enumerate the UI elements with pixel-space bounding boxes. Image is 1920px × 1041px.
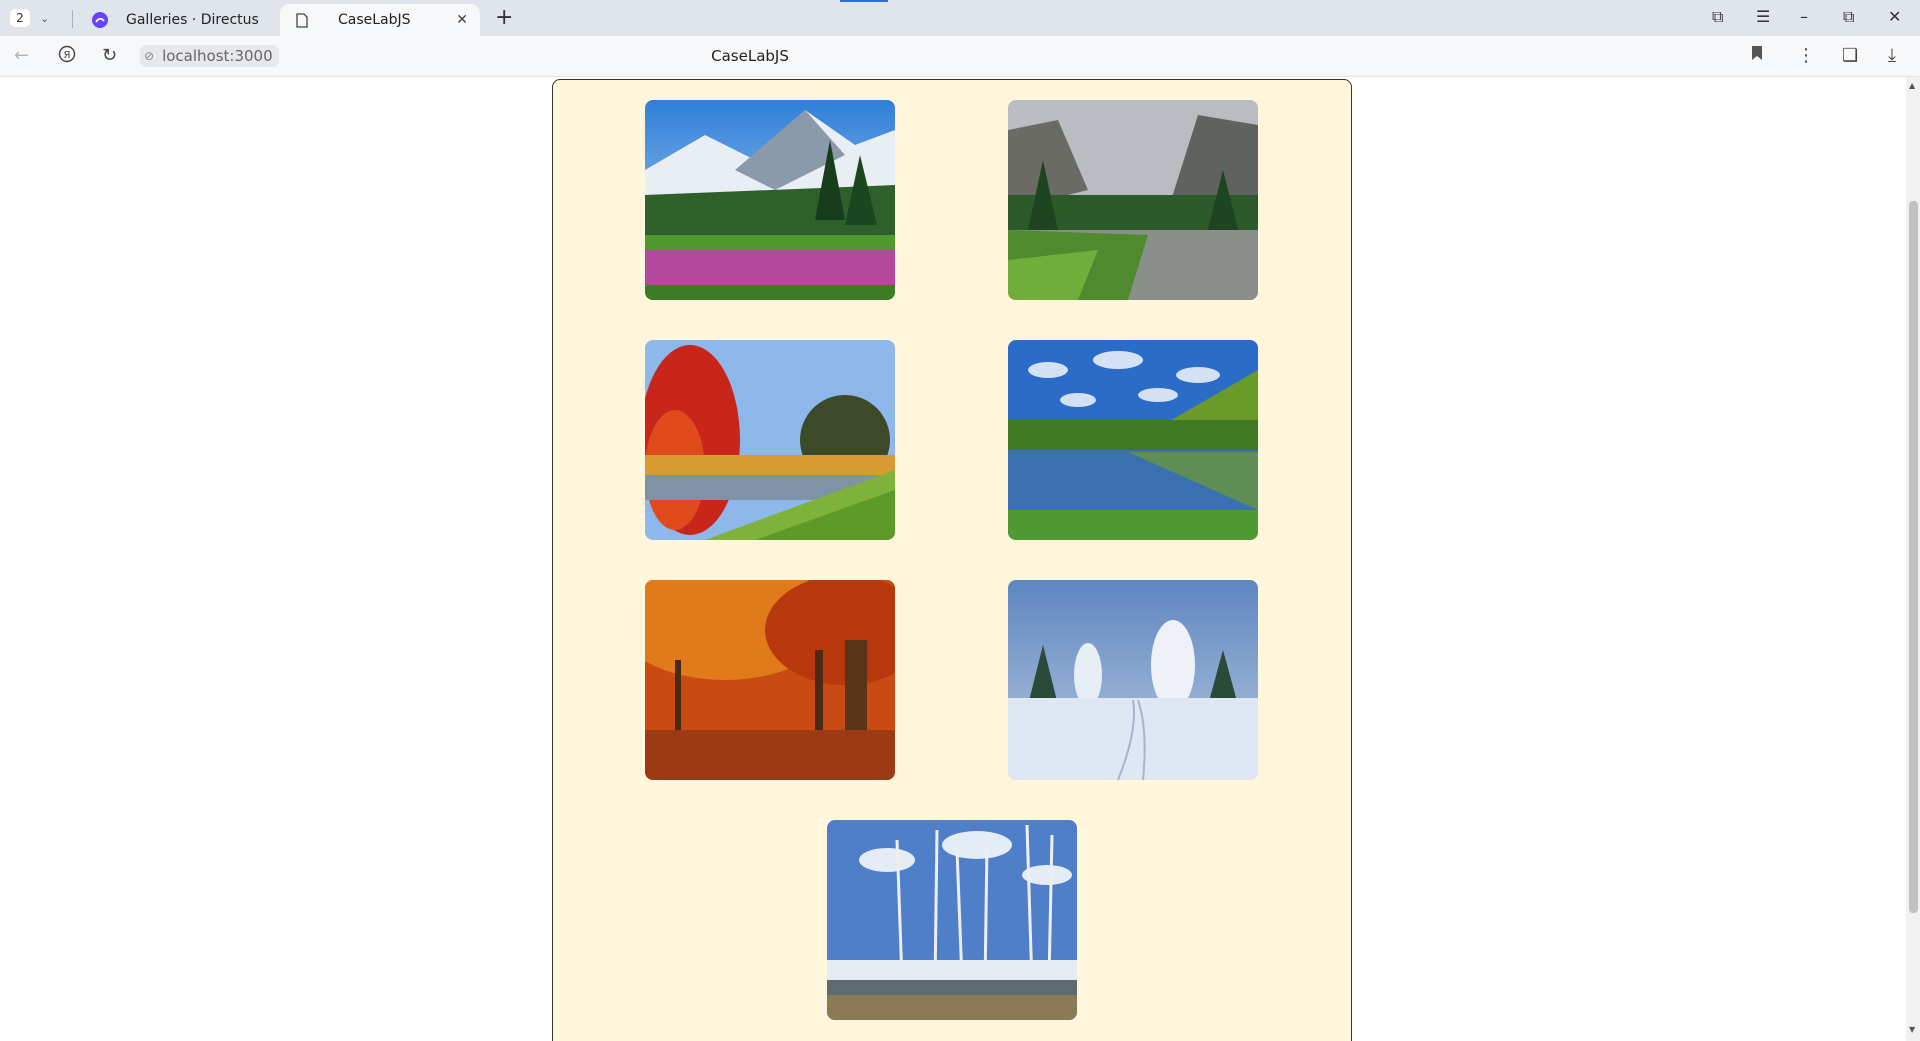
close-tab-icon[interactable]: ✕: [456, 12, 468, 28]
tab-label: CaseLabJS: [338, 12, 411, 28]
tab-bar: 2 ⌄ Galleries · Directus CaseLabJS ✕ + ⧉…: [0, 0, 1920, 36]
page-title: CaseLabJS: [711, 47, 789, 65]
close-window-icon[interactable]: ✕: [1888, 6, 1901, 28]
tab-divider: [72, 10, 73, 28]
directus-favicon-icon: [92, 12, 108, 28]
download-icon[interactable]: ⤓: [1888, 45, 1896, 67]
minimize-icon[interactable]: –: [1800, 6, 1808, 28]
tabs-collection-icon[interactable]: ⧉: [1712, 6, 1723, 28]
scroll-up-arrow-icon[interactable]: ▲: [1909, 81, 1915, 90]
gallery-image-autumn-forest[interactable]: [645, 580, 895, 780]
new-tab-plus-icon[interactable]: +: [495, 6, 513, 30]
tab-counter-button[interactable]: 2 ⌄: [10, 8, 64, 28]
page-viewport: [0, 77, 1906, 1041]
gallery-image-misty-valley[interactable]: [1008, 100, 1258, 300]
page-scrollbar[interactable]: ▲ ▼: [1906, 77, 1920, 1041]
gallery-container: [552, 79, 1352, 1041]
tab-count: 2: [10, 9, 30, 27]
chevron-down-icon: ⌄: [40, 11, 50, 25]
more-options-icon[interactable]: ⋮: [1797, 45, 1815, 67]
scroll-down-arrow-icon[interactable]: ▼: [1909, 1025, 1915, 1034]
page-favicon-icon: [294, 12, 310, 28]
tab-loading-accent: [840, 0, 888, 2]
tab-caselabjs[interactable]: CaseLabJS ✕: [280, 4, 480, 36]
gallery-image-birch-trees[interactable]: [827, 820, 1077, 1020]
collections-icon[interactable]: ❏: [1842, 45, 1858, 67]
tab-galleries-directus[interactable]: Galleries · Directus: [84, 4, 274, 36]
gallery-image-autumn-lake[interactable]: [645, 340, 895, 540]
tab-label: Galleries · Directus: [126, 12, 259, 28]
scrollbar-thumb[interactable]: [1909, 201, 1918, 913]
gallery-image-mountain-meadow[interactable]: [645, 100, 895, 300]
address-bar: ← Я ↻ ⊘ localhost:3000 CaseLabJS ⋮ ❏ ⤓: [0, 36, 1920, 77]
gallery-image-valley-reflection[interactable]: [1008, 340, 1258, 540]
restore-icon[interactable]: ⧉: [1843, 6, 1854, 28]
bookmark-icon[interactable]: [1751, 45, 1763, 67]
gallery-image-winter-trail[interactable]: [1008, 580, 1258, 780]
menu-icon[interactable]: ☰: [1756, 6, 1770, 28]
